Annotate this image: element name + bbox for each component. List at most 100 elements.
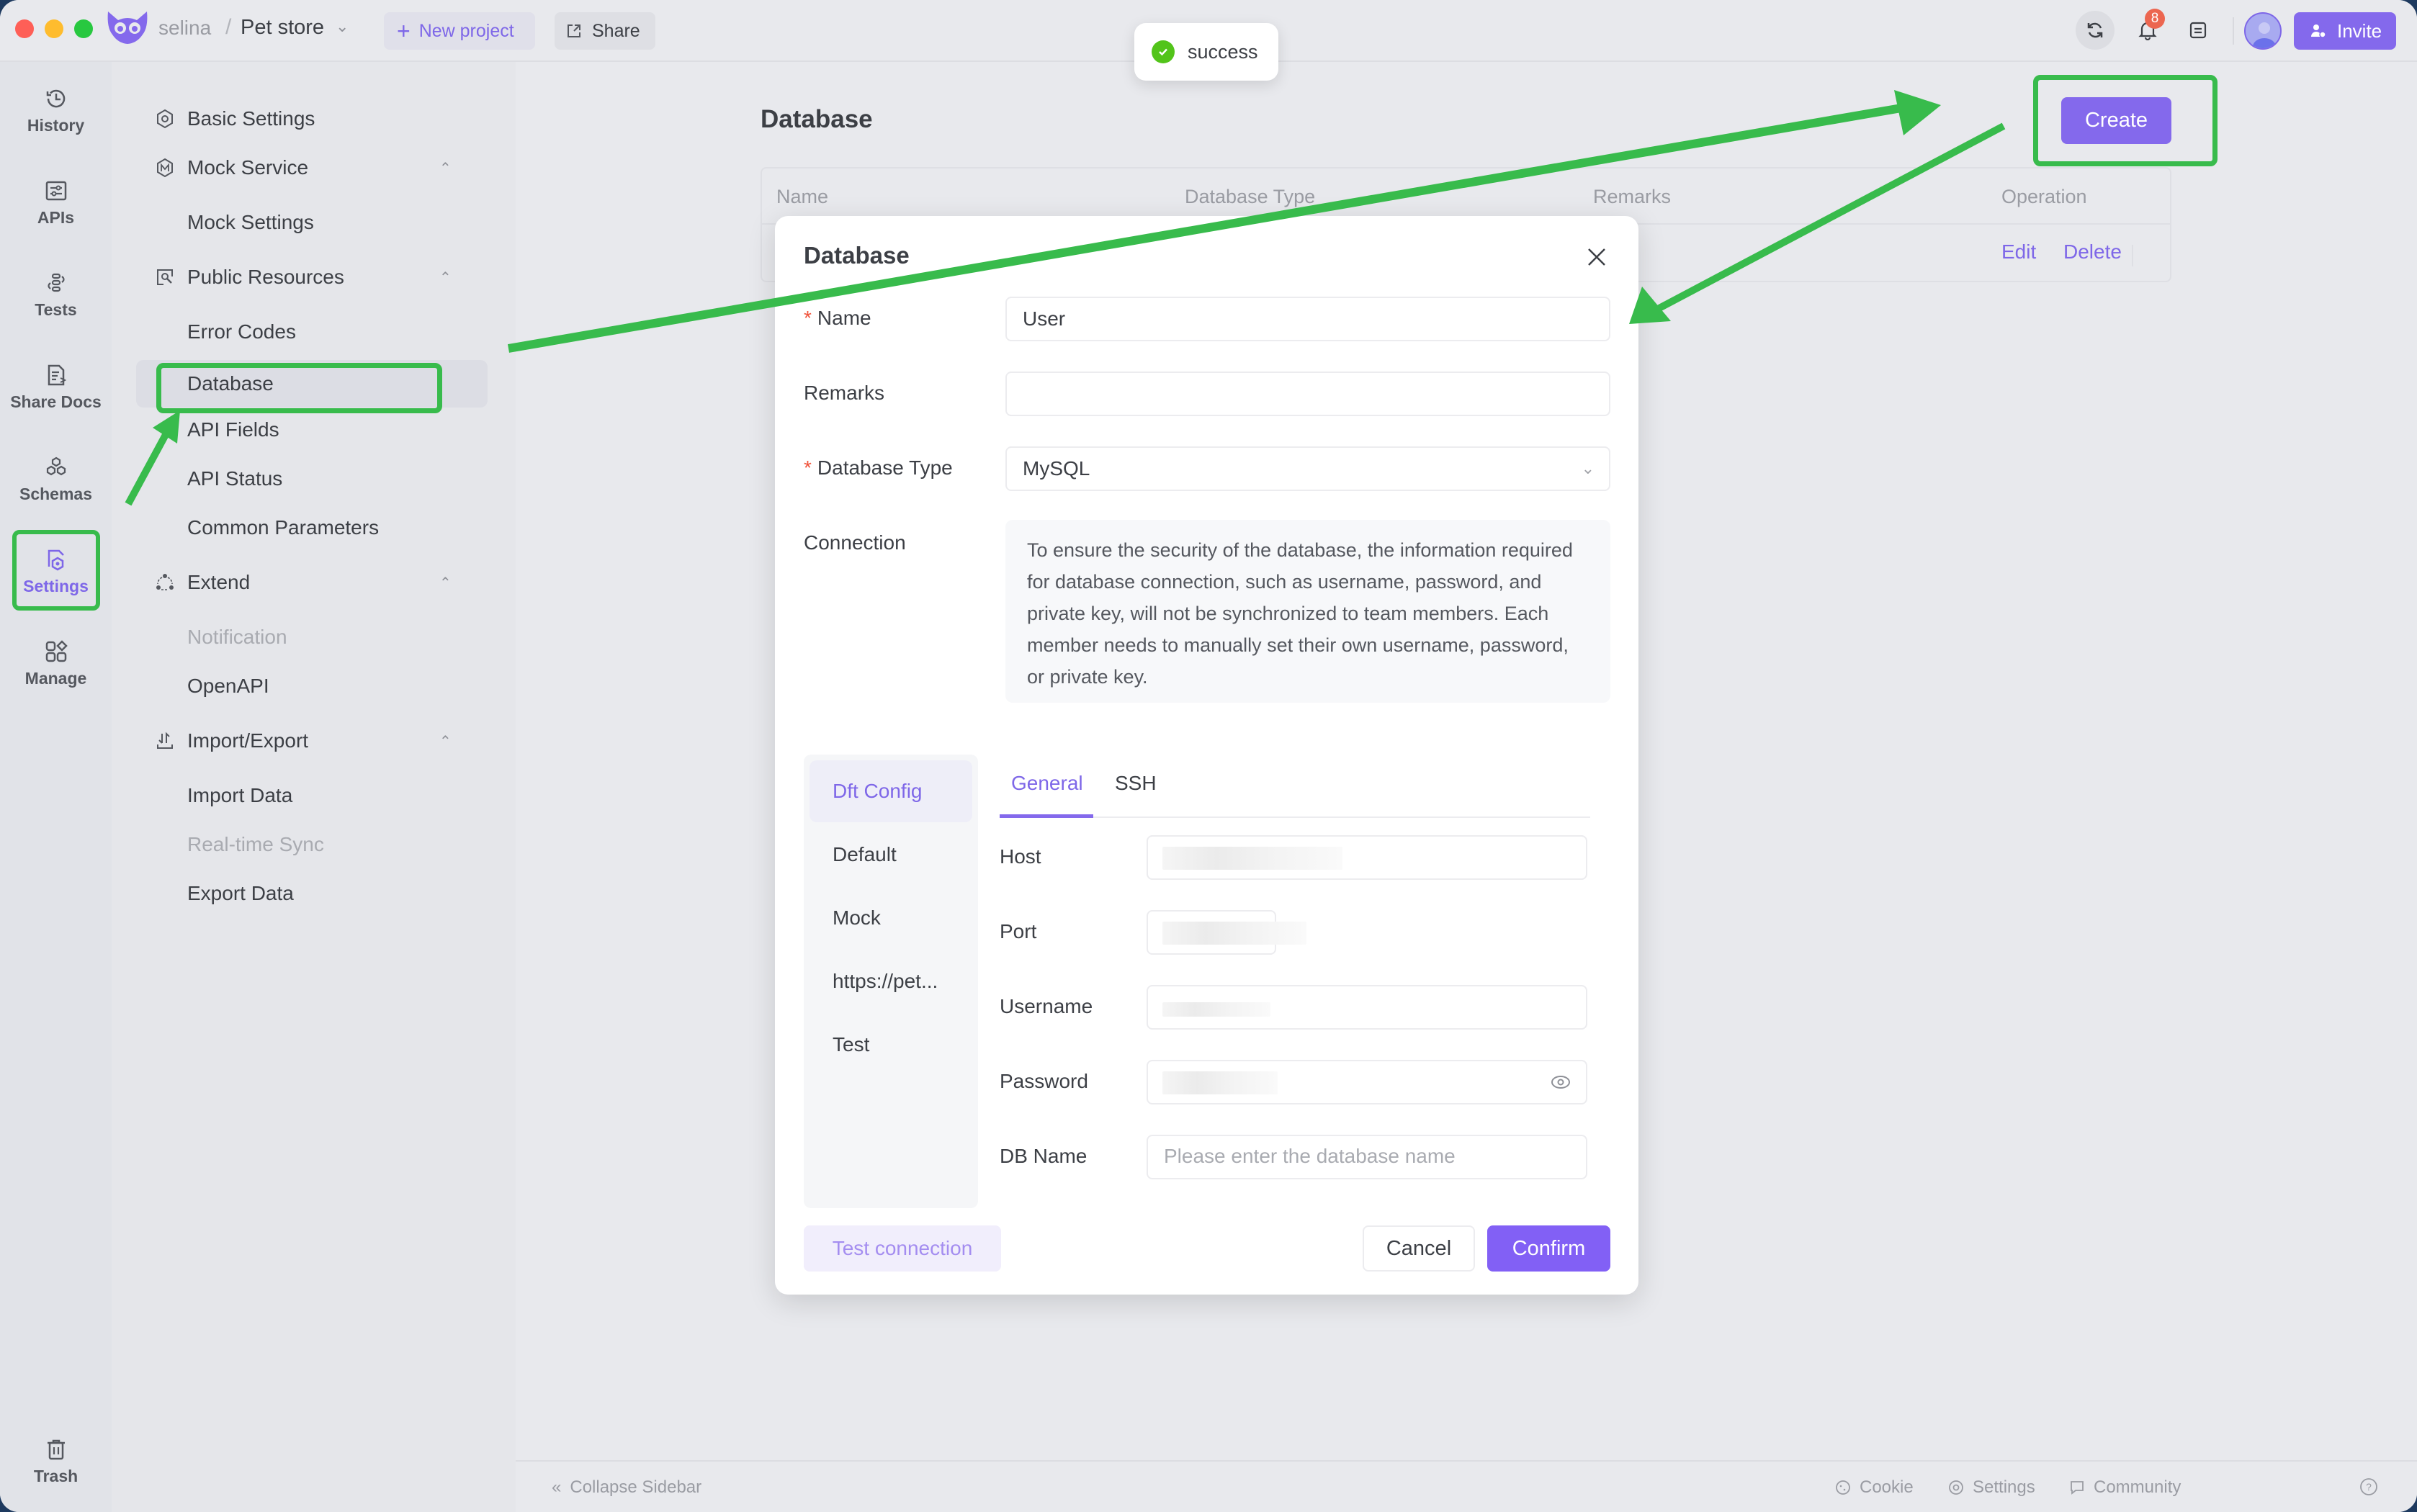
chevron-down-icon[interactable]: ⌄	[336, 17, 349, 36]
nav-basic-settings[interactable]: Basic Settings	[112, 95, 472, 143]
nav-realtime-sync[interactable]: Real-time Sync	[112, 821, 472, 868]
new-project-button[interactable]: + New project	[384, 12, 535, 50]
help-button[interactable]: ?	[2359, 1477, 2378, 1496]
database-dialog: Database * Name User Remarks * Database Ty…	[775, 216, 1638, 1295]
rail-item-manage[interactable]: Manage	[0, 624, 112, 703]
mock-icon	[155, 158, 175, 178]
column-header-database-type: Database Type	[1185, 186, 1316, 207]
host-input[interactable]	[1147, 835, 1587, 880]
nav-notification[interactable]: Notification	[112, 613, 472, 661]
rail-item-schemas[interactable]: Schemas	[0, 439, 112, 518]
toast-message: success	[1188, 40, 1258, 63]
active-tab-indicator	[1000, 814, 1093, 818]
nav-mock-service[interactable]: Mock Service ⌃	[112, 144, 472, 192]
share-docs-icon	[48, 364, 66, 385]
rail-item-label: Trash	[33, 1466, 79, 1485]
db-name-placeholder: Please enter the database name	[1164, 1145, 1456, 1167]
eye-icon[interactable]	[1550, 1073, 1571, 1092]
redacted-value	[1162, 847, 1342, 870]
page-title: Database	[761, 105, 873, 133]
cookie-icon	[1836, 1480, 1850, 1495]
name-input[interactable]: User	[1005, 297, 1610, 341]
plus-icon: +	[397, 18, 411, 44]
document-icon	[2189, 22, 2207, 39]
remarks-input[interactable]	[1005, 372, 1610, 416]
password-label: Password	[1000, 1070, 1088, 1092]
chevron-up-icon[interactable]: ⌃	[439, 159, 452, 177]
manage-icon	[45, 639, 68, 662]
environment-item[interactable]: https://pet...	[810, 950, 972, 1012]
rail-item-label: APIs	[37, 207, 75, 227]
nav-error-codes[interactable]: Error Codes	[112, 308, 472, 356]
rail-item-history[interactable]: History	[0, 71, 112, 150]
share-button[interactable]: Share	[555, 12, 655, 50]
gear-icon	[1949, 1480, 1963, 1495]
delete-link[interactable]: Delete	[2063, 240, 2122, 264]
cookie-button[interactable]: Cookie	[1835, 1477, 1914, 1498]
rail-item-apis[interactable]: APIs	[0, 163, 112, 242]
column-header-name: Name	[776, 186, 829, 207]
nav-mock-settings[interactable]: Mock Settings	[112, 199, 472, 246]
user-avatar[interactable]	[2244, 12, 2282, 50]
changelog-button[interactable]	[2182, 14, 2214, 46]
rail-item-tests[interactable]: Tests	[0, 255, 112, 334]
primary-sidebar: History APIs Tests Share Docs Schemas Se…	[0, 62, 112, 1512]
port-input[interactable]	[1147, 910, 1306, 955]
project-breadcrumb[interactable]: Pet store	[241, 16, 324, 40]
database-type-select[interactable]: MySQL ⌄	[1005, 446, 1610, 491]
rail-item-share-docs[interactable]: Share Docs	[0, 347, 112, 426]
rail-item-label: Share Docs	[10, 392, 102, 411]
tests-icon	[47, 273, 65, 292]
public-resources-icon	[155, 267, 175, 287]
close-dialog-button[interactable]	[1579, 239, 1615, 275]
annotation-highlight-database	[156, 363, 442, 413]
chevron-up-icon[interactable]: ⌃	[439, 574, 452, 592]
workspace-breadcrumb[interactable]: selina	[158, 17, 211, 40]
nav-import-data[interactable]: Import Data	[112, 772, 472, 819]
settings-sidebar: Basic Settings Mock Service ⌃ Mock Setti…	[112, 62, 516, 1512]
nav-openapi[interactable]: OpenAPI	[112, 662, 472, 710]
username-label: Username	[1000, 995, 1093, 1017]
add-user-icon	[2311, 24, 2326, 38]
rail-item-trash[interactable]: Trash	[0, 1421, 112, 1500]
environment-item[interactable]: Mock	[810, 887, 972, 949]
minimize-window-button[interactable]	[45, 19, 63, 38]
community-button[interactable]: Community	[2069, 1477, 2181, 1498]
column-header-operation: Operation	[2001, 186, 2087, 207]
db-name-input[interactable]: Please enter the database name	[1147, 1135, 1587, 1179]
chevron-up-icon[interactable]: ⌃	[439, 732, 452, 750]
confirm-button[interactable]: Confirm	[1487, 1225, 1610, 1272]
refresh-button[interactable]	[2076, 11, 2115, 50]
username-input[interactable]	[1147, 985, 1587, 1030]
cancel-button[interactable]: Cancel	[1363, 1225, 1475, 1272]
database-type-label: * Database Type	[804, 456, 953, 479]
collapse-sidebar-button[interactable]: « Collapse Sidebar	[552, 1477, 701, 1498]
tab-ssh[interactable]: SSH	[1115, 772, 1157, 795]
nav-extend[interactable]: Extend ⌃	[112, 559, 472, 606]
environment-item[interactable]: Default	[810, 824, 972, 886]
tab-general[interactable]: General	[1011, 772, 1083, 795]
invite-button[interactable]: Invite	[2294, 12, 2396, 50]
redacted-value	[1162, 922, 1306, 945]
nav-import-export[interactable]: Import/Export ⌃	[112, 717, 472, 765]
nav-common-parameters[interactable]: Common Parameters	[112, 504, 472, 552]
share-label: Share	[592, 20, 640, 41]
password-input[interactable]	[1147, 1060, 1587, 1104]
test-connection-button[interactable]: Test connection	[804, 1225, 1001, 1272]
nav-export-data[interactable]: Export Data	[112, 870, 472, 917]
environment-item[interactable]: Test	[810, 1014, 972, 1076]
redacted-value	[1162, 1071, 1278, 1094]
breadcrumb-separator: /	[225, 15, 232, 39]
rail-item-label: Manage	[24, 668, 87, 688]
environment-list: Dft Config Default Mock https://pet... T…	[804, 755, 978, 1208]
close-window-button[interactable]	[15, 19, 34, 38]
hexagon-gear-icon	[155, 109, 175, 129]
chevron-up-icon[interactable]: ⌃	[439, 269, 452, 287]
nav-public-resources[interactable]: Public Resources ⌃	[112, 253, 472, 301]
edit-link[interactable]: Edit	[2001, 240, 2036, 264]
footer-settings-button[interactable]: Settings	[1948, 1477, 2035, 1498]
schemas-icon	[46, 456, 66, 475]
nav-api-status[interactable]: API Status	[112, 455, 472, 503]
environment-item[interactable]: Dft Config	[810, 760, 972, 822]
maximize-window-button[interactable]	[74, 19, 93, 38]
